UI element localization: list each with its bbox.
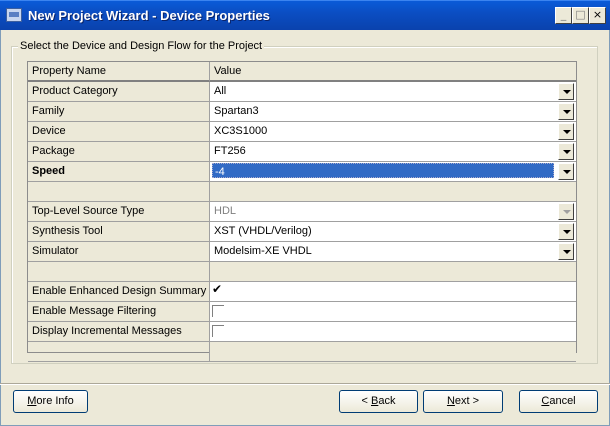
property-combo[interactable]: FT256 <box>212 143 574 160</box>
window-title: New Project Wizard - Device Properties <box>28 8 270 23</box>
property-combo[interactable]: Spartan3 <box>212 103 574 120</box>
grid-spacer-row <box>28 262 576 282</box>
property-name <box>28 262 210 282</box>
property-name <box>28 182 210 202</box>
checkbox-unchecked[interactable] <box>212 305 224 317</box>
combo-value: HDL <box>214 205 237 217</box>
property-value: Spartan3 <box>210 102 576 122</box>
property-name: Top-Level Source Type <box>28 202 210 222</box>
chevron-down-icon[interactable] <box>558 123 574 140</box>
grid-row[interactable]: Enable Message Filtering <box>28 302 576 322</box>
combo-value: XST (VHDL/Verilog) <box>214 225 312 237</box>
grid-row[interactable]: Speed -4 <box>28 162 576 182</box>
checkbox-unchecked[interactable] <box>212 325 224 337</box>
title-bar[interactable]: New Project Wizard - Device Properties _… <box>0 0 610 30</box>
property-value <box>210 302 576 322</box>
property-value: Modelsim-XE VHDL <box>210 242 576 262</box>
combo-value: Spartan3 <box>214 105 259 117</box>
property-name: Package <box>28 142 210 162</box>
header-property-name: Property Name <box>28 62 210 82</box>
property-name: Product Category <box>28 82 210 102</box>
back-button[interactable]: < Back <box>339 390 418 413</box>
property-name: Enable Message Filtering <box>28 302 210 322</box>
chevron-down-icon <box>558 203 574 220</box>
button-separator <box>0 383 610 385</box>
property-value: XST (VHDL/Verilog) <box>210 222 576 242</box>
grid-spacer-row <box>28 342 576 362</box>
chevron-down-icon[interactable] <box>558 83 574 100</box>
grid-row[interactable]: Family Spartan3 <box>28 102 576 122</box>
property-value <box>210 342 576 362</box>
checkbox-checked[interactable]: ✔ <box>212 283 224 296</box>
more-info-button[interactable]: More Info <box>13 390 88 413</box>
close-button[interactable]: × <box>589 7 606 24</box>
property-name: Simulator <box>28 242 210 262</box>
property-value: ✔ <box>210 282 576 302</box>
grid-row[interactable]: Simulator Modelsim-XE VHDL <box>28 242 576 262</box>
next-button[interactable]: Next > <box>423 390 503 413</box>
grid-row[interactable]: Top-Level Source Type HDL <box>28 202 576 222</box>
property-value <box>210 182 576 202</box>
grid-row[interactable]: Device XC3S1000 <box>28 122 576 142</box>
chevron-down-icon[interactable] <box>558 163 574 180</box>
combo-value: -4 <box>212 163 554 178</box>
grid-spacer-row <box>28 182 576 202</box>
combo-value: Modelsim-XE VHDL <box>214 245 312 257</box>
property-combo: HDL <box>212 203 574 220</box>
grid-row[interactable]: Synthesis Tool XST (VHDL/Verilog) <box>28 222 576 242</box>
property-name: Family <box>28 102 210 122</box>
group-legend: Select the Device and Design Flow for th… <box>18 40 265 52</box>
property-combo[interactable]: -4 <box>212 163 574 180</box>
property-name: Enable Enhanced Design Summary <box>28 282 210 302</box>
property-value: XC3S1000 <box>210 122 576 142</box>
property-name: Synthesis Tool <box>28 222 210 242</box>
chevron-down-icon[interactable] <box>558 223 574 240</box>
property-value: -4 <box>210 162 576 182</box>
property-name: Display Incremental Messages <box>28 322 210 342</box>
grid-row[interactable]: Product Category All <box>28 82 576 102</box>
property-grid: Property Name Value Product Category All F… <box>27 61 577 362</box>
grid-row[interactable]: Display Incremental Messages <box>28 322 576 342</box>
grid-header: Property Name Value <box>28 62 576 82</box>
chevron-down-icon[interactable] <box>558 143 574 160</box>
property-name: Device <box>28 122 210 142</box>
property-value <box>210 262 576 282</box>
property-value: HDL <box>210 202 576 222</box>
cancel-button[interactable]: Cancel <box>519 390 598 413</box>
property-name: Speed <box>28 162 210 182</box>
header-value: Value <box>210 62 576 82</box>
maximize-button[interactable]: □ <box>572 7 589 24</box>
minimize-button[interactable]: _ <box>555 7 572 24</box>
chevron-down-icon[interactable] <box>558 103 574 120</box>
property-combo[interactable]: Modelsim-XE VHDL <box>212 243 574 260</box>
property-combo[interactable]: XST (VHDL/Verilog) <box>212 223 574 240</box>
property-value <box>210 322 576 342</box>
property-value: FT256 <box>210 142 576 162</box>
property-combo[interactable]: XC3S1000 <box>212 123 574 140</box>
chevron-down-icon[interactable] <box>558 243 574 260</box>
grid-row[interactable]: Package FT256 <box>28 142 576 162</box>
app-icon <box>6 8 22 22</box>
combo-value: FT256 <box>214 145 246 157</box>
property-value: All <box>210 82 576 102</box>
combo-value: All <box>214 85 227 97</box>
grid-row[interactable]: Enable Enhanced Design Summary ✔ <box>28 282 576 302</box>
property-combo[interactable]: All <box>212 83 574 100</box>
property-name <box>28 342 210 362</box>
combo-value: XC3S1000 <box>214 125 268 137</box>
